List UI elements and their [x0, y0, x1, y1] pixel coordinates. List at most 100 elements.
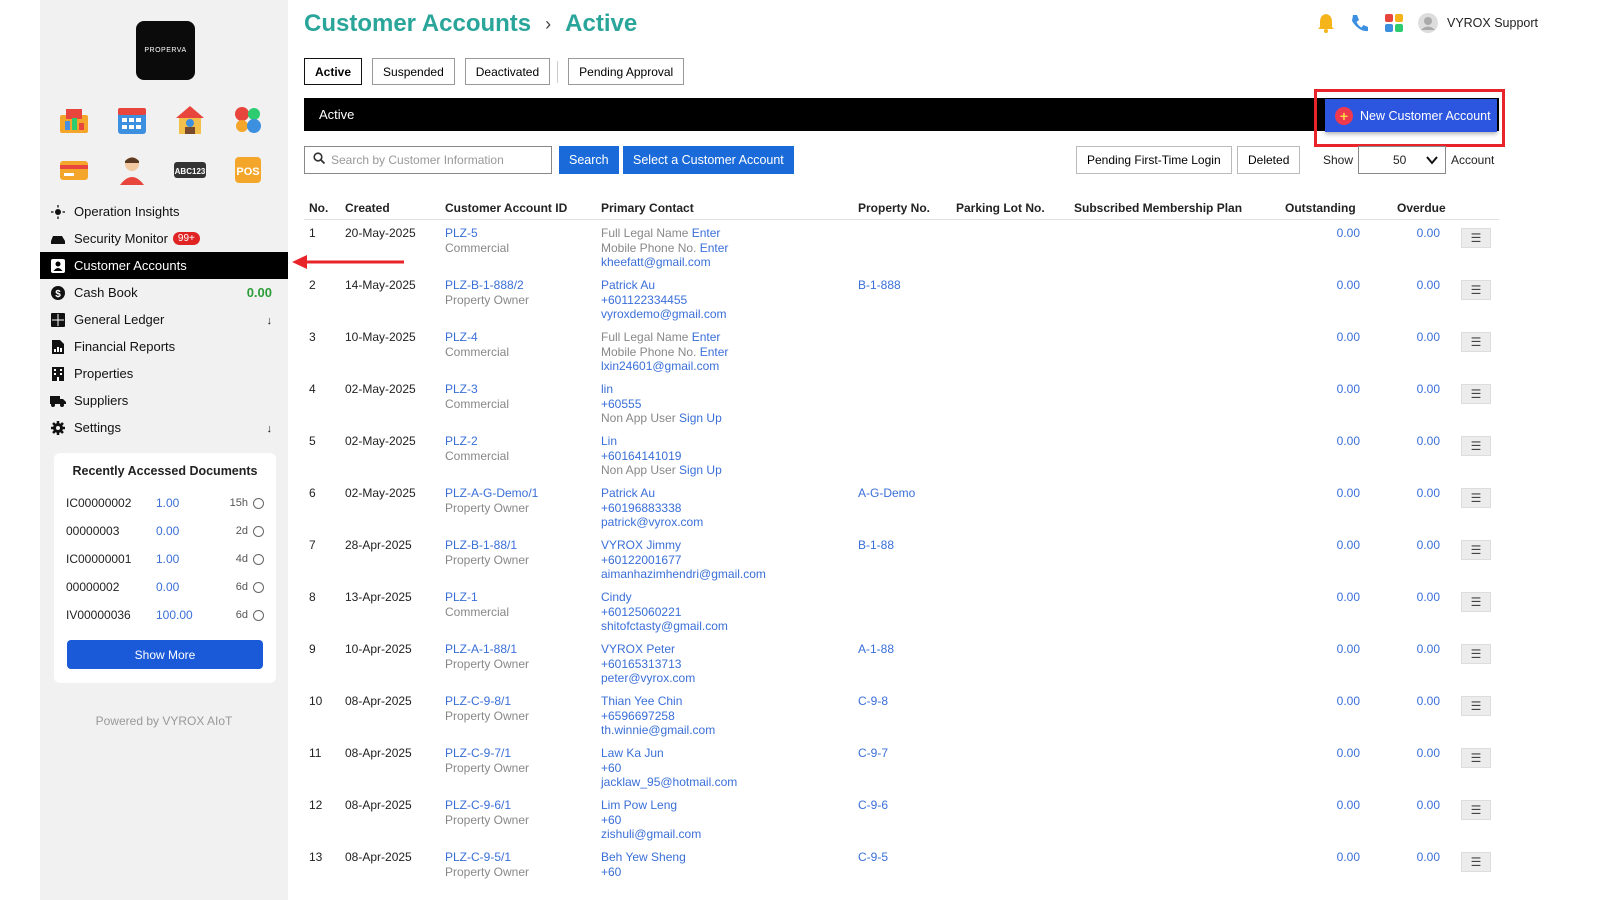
contact-name[interactable]: Law Ka Jun — [601, 746, 664, 760]
row-menu-icon[interactable]: ☰ — [1461, 748, 1491, 768]
contact-name[interactable]: Patrick Au — [601, 486, 655, 500]
avatar[interactable] — [1415, 10, 1441, 36]
overdue-amount[interactable]: 0.00 — [1374, 590, 1440, 605]
contact-phone[interactable]: +60165313713 — [601, 657, 681, 671]
overdue-amount[interactable]: 0.00 — [1374, 330, 1440, 345]
contact-name[interactable]: VYROX Peter — [601, 642, 675, 656]
sidebar-item-suppliers[interactable]: Suppliers — [40, 387, 288, 414]
contact-email[interactable]: lxin24601@gmail.com — [601, 359, 728, 374]
account-id-link[interactable]: PLZ-B-1-888/2 — [445, 278, 529, 293]
contact-name[interactable]: Beh Yew Sheng — [601, 850, 686, 864]
search-box[interactable] — [304, 146, 552, 174]
tab-active[interactable]: Active — [304, 58, 363, 85]
outstanding-amount[interactable]: 0.00 — [1284, 850, 1360, 865]
sidebar-item-settings[interactable]: Settings ↓ — [40, 414, 288, 441]
outstanding-amount[interactable]: 0.00 — [1284, 330, 1360, 345]
row-menu-icon[interactable]: ☰ — [1461, 228, 1491, 248]
contact-phone[interactable]: +60164141019 — [601, 449, 681, 463]
company-logo[interactable]: PROPERVA — [136, 21, 195, 80]
sidebar-item-security-monitor[interactable]: Security Monitor 99+ — [40, 225, 288, 252]
contact-email[interactable]: jacklaw_95@hotmail.com — [601, 775, 737, 790]
row-menu-icon[interactable]: ☰ — [1461, 696, 1491, 716]
table-row[interactable]: 12 08-Apr-2025 PLZ-C-9-6/1 Property Owner Li… — [304, 792, 1499, 844]
account-id-link[interactable]: PLZ-C-9-8/1 — [445, 694, 529, 709]
contact-phone[interactable]: Enter — [700, 345, 729, 359]
recent-document-row[interactable]: 00000003 0.00 2d — [54, 517, 276, 545]
overdue-amount[interactable]: 0.00 — [1374, 278, 1440, 293]
outstanding-amount[interactable]: 0.00 — [1284, 642, 1360, 657]
overdue-amount[interactable]: 0.00 — [1374, 746, 1440, 761]
recent-document-row[interactable]: IC00000001 1.00 4d — [54, 545, 276, 573]
account-id-link[interactable]: PLZ-4 — [445, 330, 509, 345]
overdue-amount[interactable]: 0.00 — [1374, 434, 1440, 449]
contact-phone[interactable]: Enter — [700, 241, 729, 255]
recent-document-row[interactable]: IV00000036 100.00 6d — [54, 601, 276, 629]
contact-name[interactable]: Patrick Au — [601, 278, 655, 292]
contact-name[interactable]: lin — [601, 382, 613, 396]
table-row[interactable]: 5 02-May-2025 PLZ-2 Commercial Lin +601641410… — [304, 428, 1499, 480]
row-menu-icon[interactable]: ☰ — [1461, 436, 1491, 456]
contact-phone[interactable]: +60196883338 — [601, 501, 681, 515]
table-row[interactable]: 6 02-May-2025 PLZ-A-G-Demo/1 Property Owner… — [304, 480, 1499, 532]
outstanding-amount[interactable]: 0.00 — [1284, 746, 1360, 761]
contact-phone[interactable]: +601122334455 — [601, 293, 687, 307]
outstanding-amount[interactable]: 0.00 — [1284, 798, 1360, 813]
outstanding-amount[interactable]: 0.00 — [1284, 694, 1360, 709]
contact-name[interactable]: Enter — [692, 330, 721, 344]
row-menu-icon[interactable]: ☰ — [1461, 332, 1491, 352]
property-no-link[interactable]: C-9-6 — [858, 798, 888, 813]
row-menu-icon[interactable]: ☰ — [1461, 852, 1491, 872]
outstanding-amount[interactable]: 0.00 — [1284, 486, 1360, 501]
row-menu-icon[interactable]: ☰ — [1461, 280, 1491, 300]
sidebar-item-operation-insights[interactable]: Operation Insights — [40, 198, 288, 225]
calendar-icon[interactable] — [112, 100, 152, 140]
account-id-link[interactable]: PLZ-C-9-7/1 — [445, 746, 529, 761]
contact-phone[interactable]: +6596697258 — [601, 709, 675, 723]
account-id-link[interactable]: PLZ-1 — [445, 590, 509, 605]
property-no-link[interactable]: C-9-8 — [858, 694, 888, 709]
sign-up-link[interactable]: Sign Up — [679, 463, 722, 477]
outstanding-amount[interactable]: 0.00 — [1284, 278, 1360, 293]
recent-document-row[interactable]: 00000002 0.00 6d — [54, 573, 276, 601]
account-id-link[interactable]: PLZ-2 — [445, 434, 509, 449]
contact-phone[interactable]: +60 — [601, 761, 621, 775]
contact-email[interactable]: th.winnie@gmail.com — [601, 723, 715, 738]
property-no-link[interactable]: A-G-Demo — [858, 486, 915, 501]
contact-name[interactable]: Thian Yee Chin — [601, 694, 682, 708]
show-more-button[interactable]: Show More — [67, 640, 263, 669]
table-row[interactable]: 2 14-May-2025 PLZ-B-1-888/2 Property Owner P… — [304, 272, 1499, 324]
account-id-link[interactable]: PLZ-C-9-5/1 — [445, 850, 529, 865]
contact-phone[interactable]: +60125060221 — [601, 605, 681, 619]
outstanding-amount[interactable]: 0.00 — [1284, 382, 1360, 397]
account-id-link[interactable]: PLZ-A-1-88/1 — [445, 642, 529, 657]
sidebar-item-general-ledger[interactable]: General Ledger ↓ — [40, 306, 288, 333]
table-row[interactable]: 11 08-Apr-2025 PLZ-C-9-7/1 Property Owner La… — [304, 740, 1499, 792]
new-customer-account-button[interactable]: + New Customer Account — [1325, 99, 1497, 132]
blocks-icon[interactable] — [228, 100, 268, 140]
outstanding-amount[interactable]: 0.00 — [1284, 434, 1360, 449]
overdue-amount[interactable]: 0.00 — [1374, 798, 1440, 813]
phone-icon[interactable] — [1347, 10, 1373, 36]
overdue-amount[interactable]: 0.00 — [1374, 642, 1440, 657]
presentation-icon[interactable] — [54, 100, 94, 140]
recent-document-row[interactable]: IC00000002 1.00 15h — [54, 489, 276, 517]
contact-name[interactable]: Enter — [692, 226, 721, 240]
contact-email[interactable]: zishuli@gmail.com — [601, 827, 701, 842]
apps-grid-icon[interactable] — [1381, 10, 1407, 36]
house-icon[interactable] — [170, 100, 210, 140]
overdue-amount[interactable]: 0.00 — [1374, 486, 1440, 501]
table-row[interactable]: 4 02-May-2025 PLZ-3 Commercial lin +60555 Non … — [304, 376, 1499, 428]
contact-email[interactable]: aimanhazimhendri@gmail.com — [601, 567, 766, 582]
bell-icon[interactable] — [1313, 10, 1339, 36]
row-menu-icon[interactable]: ☰ — [1461, 800, 1491, 820]
card-icon[interactable] — [54, 150, 94, 190]
contact-email[interactable]: vyroxdemo@gmail.com — [601, 307, 727, 322]
contact-email[interactable]: kheefatt@gmail.com — [601, 255, 728, 270]
sidebar-item-cash-book[interactable]: $ Cash Book 0.00 — [40, 279, 288, 306]
table-row[interactable]: 7 28-Apr-2025 PLZ-B-1-88/1 Property Owner VY… — [304, 532, 1499, 584]
row-menu-icon[interactable]: ☰ — [1461, 488, 1491, 508]
table-row[interactable]: 13 08-Apr-2025 PLZ-C-9-5/1 Property Owner Be… — [304, 844, 1499, 896]
contact-phone[interactable]: +60 — [601, 865, 621, 879]
tab-suspended[interactable]: Suspended — [372, 58, 455, 85]
contact-name[interactable]: Lim Pow Leng — [601, 798, 677, 812]
